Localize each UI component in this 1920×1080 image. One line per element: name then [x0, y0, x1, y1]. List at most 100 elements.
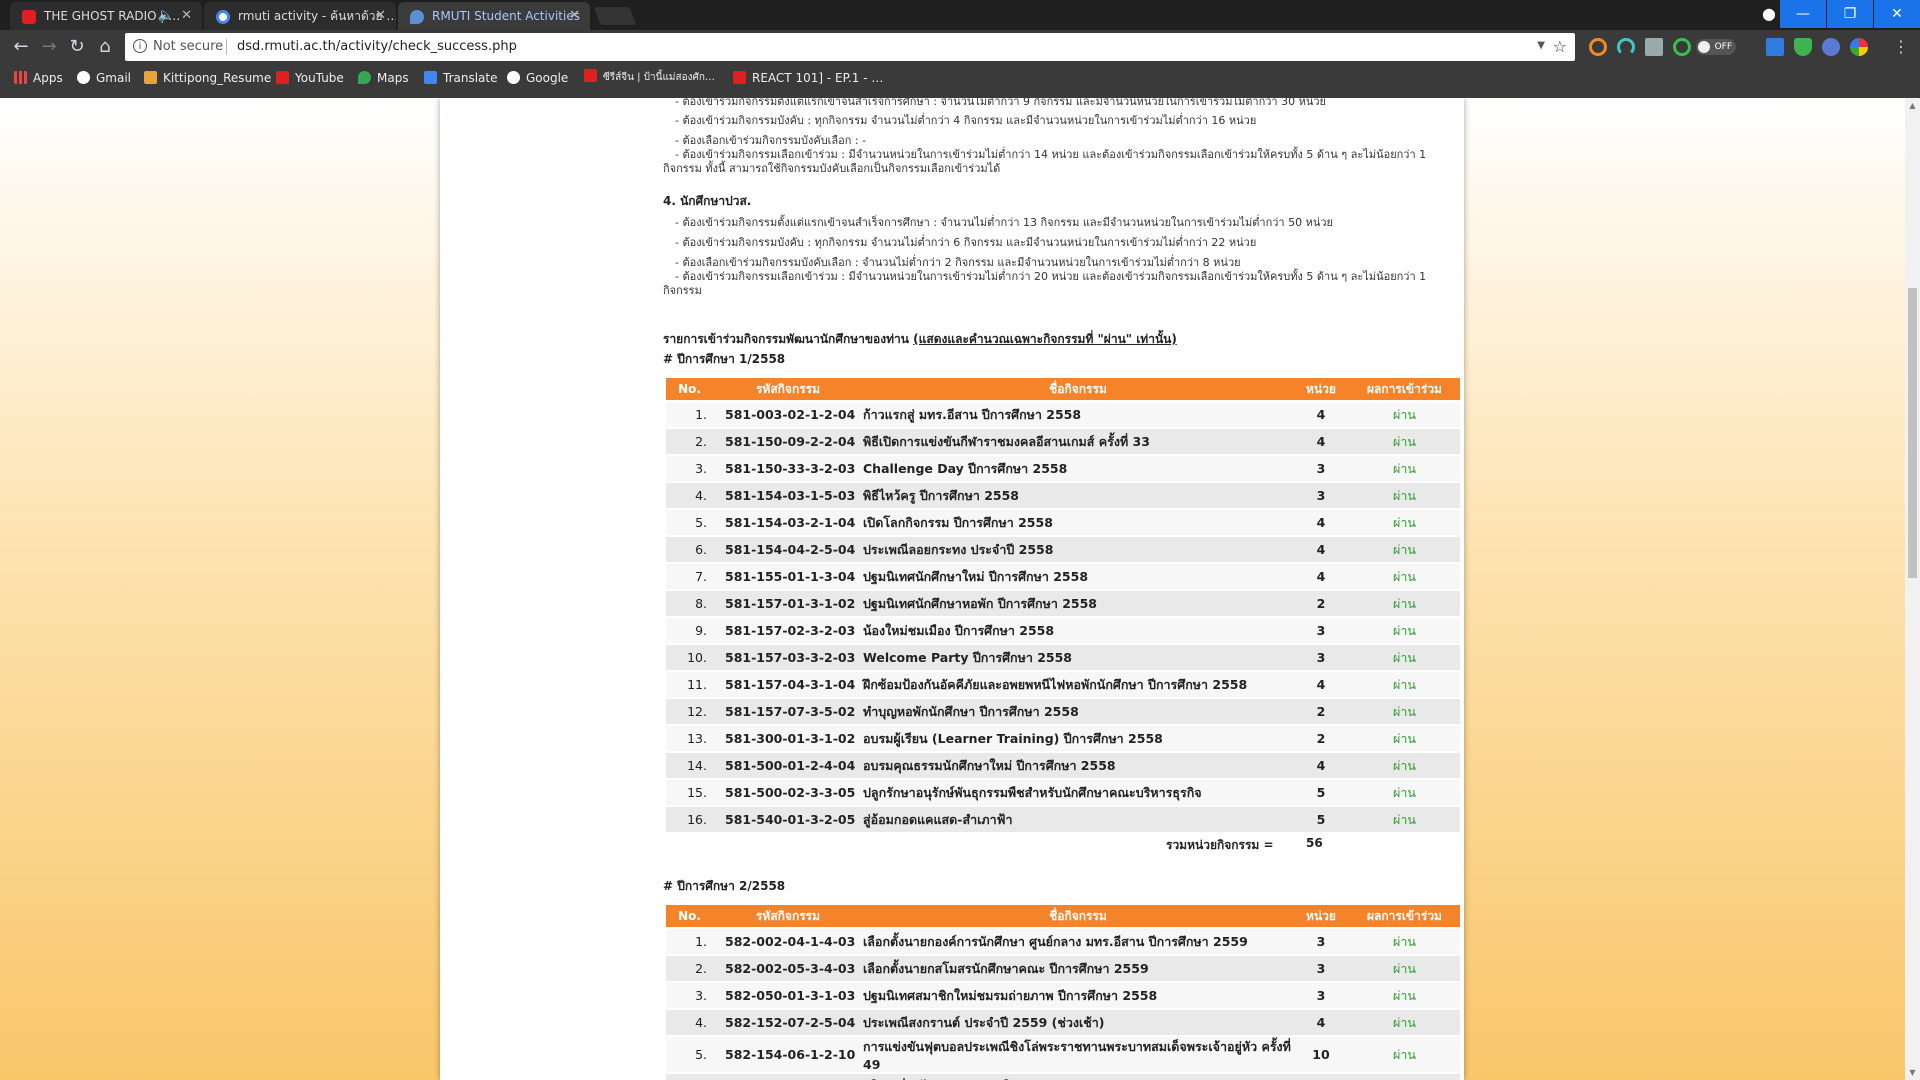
- cell-name: ปีใหม่เชื่อมไมตรี พักพิสิกพีใหม่ ปีการศึ…: [863, 1073, 1293, 1080]
- table-row: 16. 581-540-01-3-2-05 สู่อ้อมกอดแคแสด-สำเภ…: [666, 806, 1460, 834]
- cell-name: ปลูกรักษาอนุรักษ์พันธุกรรมพืชสำหรับนักศึ…: [863, 779, 1293, 807]
- headphones-icon[interactable]: [1617, 38, 1635, 56]
- tab-rmuti-activities[interactable]: RMUTI Student Activities ✕: [398, 2, 590, 30]
- cell-result: ผ่าน: [1349, 1009, 1460, 1037]
- cell-code: 582-050-01-3-1-03: [713, 982, 863, 1010]
- back-icon[interactable]: ←: [10, 36, 32, 58]
- extension-blue-icon[interactable]: [1766, 38, 1784, 56]
- bookmark-translate[interactable]: Translate: [424, 64, 498, 92]
- cell-result: ผ่าน: [1349, 928, 1460, 956]
- cell-name: ปฐมนิเทศนักศึกษาใหม่ ปีการศึกษา 2558: [863, 563, 1293, 591]
- cell-name: ปฐมนิเทศนักศึกษาหอพัก ปีการศึกษา 2558: [863, 590, 1293, 618]
- cell-no: 15.: [666, 779, 713, 807]
- col-result: ผลการเข้าร่วม: [1349, 378, 1460, 402]
- bookmark-label: Translate: [443, 71, 498, 85]
- mute-icon[interactable]: 🔈: [158, 2, 174, 30]
- total-units-value: 56: [1306, 836, 1323, 850]
- cell-code: 581-157-02-3-2-03: [713, 617, 863, 645]
- table-body: 1. 582-002-04-1-4-03 เลือกตั้งนายกองค์การน…: [666, 928, 1460, 1080]
- cell-code: 582-157-05-3-2-03: [713, 1073, 863, 1080]
- scroll-down-icon[interactable]: ▼: [1905, 1065, 1920, 1080]
- google-icon: [77, 71, 90, 84]
- download-icon[interactable]: [1645, 38, 1663, 56]
- table-row: 11. 581-157-04-3-1-04 ฝึกซ้อมป้องกันอัคคีภ…: [666, 671, 1460, 699]
- table-row: 15. 581-500-02-3-3-05 ปลูกรักษาอนุรักษ์พัน…: [666, 779, 1460, 807]
- table-row: 7. 581-155-01-1-3-04 ปฐมนิเทศนักศึกษาใหม่ …: [666, 563, 1460, 591]
- tab-ghost-radio[interactable]: THE GHOST RADIO | … 🔈 ✕: [10, 2, 202, 30]
- scrollbar-thumb[interactable]: [1908, 288, 1917, 578]
- cell-unit: 4: [1293, 1073, 1349, 1080]
- cell-name: น้องใหม่ชมเมือง ปีการศึกษา 2558: [863, 617, 1293, 645]
- home-icon[interactable]: ⌂: [94, 36, 116, 58]
- cell-code: 581-157-04-3-1-04: [713, 671, 863, 699]
- bookmark-google[interactable]: Google: [507, 64, 568, 92]
- minimize-button[interactable]: —: [1780, 0, 1826, 28]
- bookmark-chinese-series[interactable]: ซีรีส์จีน | ป้านี้แม่สองศัก…: [584, 64, 715, 92]
- droplet-icon: [410, 10, 424, 24]
- cell-unit: 3: [1293, 982, 1349, 1010]
- url-text[interactable]: dsd.rmuti.ac.th/activity/check_success.p…: [237, 33, 517, 61]
- bookmark-youtube[interactable]: YouTube: [276, 64, 344, 92]
- cell-unit: 4: [1293, 509, 1349, 537]
- scroll-up-icon[interactable]: ▲: [1905, 98, 1920, 113]
- cell-code: 582-154-06-1-2-10: [713, 1036, 863, 1074]
- chevron-down-icon[interactable]: ▼: [1537, 33, 1545, 59]
- table-header-row: No. รหัสกิจกรรม ชื่อกิจกรรม หน่วย ผลการเ…: [666, 378, 1460, 402]
- rule-line: - ต้องเข้าร่วมกิจกรรมเลือกเข้าร่วม : มีจ…: [663, 148, 1427, 175]
- bookmark-apps[interactable]: Apps: [14, 64, 63, 92]
- table-row: 4. 582-152-07-2-5-04 ประเพณีสงกรานต์ ประจำ…: [666, 1009, 1460, 1037]
- resume-icon: [144, 71, 157, 84]
- rule-line: - ต้องเข้าร่วมกิจกรรมบังคับ : ทุกกิจกรรม…: [675, 114, 1257, 127]
- cell-name: Welcome Party ปีการศึกษา 2558: [863, 644, 1293, 672]
- table-row: 5. 581-154-03-2-1-04 เปิดโลกกิจกรรม ปีการศ…: [666, 509, 1460, 537]
- cell-code: 581-154-03-1-5-03: [713, 482, 863, 510]
- summary-note: (แสดงและคำนวณเฉพาะกิจกรรมที่ "ผ่าน" เท่า…: [913, 332, 1177, 346]
- cell-result: ผ่าน: [1349, 698, 1460, 726]
- table-row: 1. 582-002-04-1-4-03 เลือกตั้งนายกองค์การน…: [666, 928, 1460, 956]
- restore-button[interactable]: ❐: [1827, 0, 1873, 28]
- cell-unit: 3: [1293, 455, 1349, 483]
- cell-result: ผ่าน: [1349, 536, 1460, 564]
- cell-result: ผ่าน: [1349, 563, 1460, 591]
- bookmark-resume[interactable]: Kittipong_Resume: [144, 64, 271, 92]
- cell-result: ผ่าน: [1349, 455, 1460, 483]
- close-tab-icon[interactable]: ✕: [181, 2, 192, 30]
- col-unit: หน่วย: [1293, 378, 1349, 402]
- cell-no: 7.: [666, 563, 713, 591]
- extension-colorful-icon[interactable]: [1850, 38, 1868, 56]
- cell-name: เปิดโลกกิจกรรม ปีการศึกษา 2558: [863, 509, 1293, 537]
- address-bar[interactable]: i Not secure dsd.rmuti.ac.th/activity/ch…: [125, 33, 1575, 61]
- cell-name: เลือกตั้งนายกสโมสรนักศึกษาคณะ ปีการศึกษา…: [863, 955, 1293, 983]
- cell-code: 581-157-07-3-5-02: [713, 698, 863, 726]
- table-row: 2. 581-150-09-2-2-04 พิธีเปิดการแข่งขันกีฬ…: [666, 428, 1460, 456]
- tab-rmuti-search[interactable]: rmuti activity - ค้นหาด้วย … ✕: [204, 2, 396, 30]
- table-row: 12. 581-157-07-3-5-02 ทำบุญหอพักนักศึกษา ป…: [666, 698, 1460, 726]
- power-icon[interactable]: [1673, 38, 1691, 56]
- reload-icon[interactable]: ↻: [66, 36, 88, 58]
- info-icon[interactable]: i: [133, 39, 147, 53]
- cell-no: 6.: [666, 536, 713, 564]
- cell-unit: 4: [1293, 1009, 1349, 1037]
- close-tab-icon[interactable]: ✕: [375, 2, 386, 30]
- extension-orange-icon[interactable]: [1589, 38, 1607, 56]
- browser-toolbar: ← → ↻ ⌂ i Not secure dsd.rmuti.ac.th/act…: [0, 30, 1920, 64]
- forward-icon[interactable]: →: [38, 36, 60, 58]
- close-tab-icon[interactable]: ✕: [569, 2, 580, 30]
- bookmark-react101[interactable]: REACT 101] - EP.1 - …: [733, 64, 883, 92]
- close-window-button[interactable]: ✕: [1874, 0, 1920, 28]
- cell-code: 581-154-03-2-1-04: [713, 509, 863, 537]
- bookmark-maps[interactable]: Maps: [358, 64, 409, 92]
- shield-icon[interactable]: [1794, 38, 1812, 56]
- cell-name: สู่อ้อมกอดแคแสด-สำเภาฟ้า: [863, 806, 1293, 834]
- cell-name: Challenge Day ปีการศึกษา 2558: [863, 455, 1293, 483]
- bookmark-gmail[interactable]: Gmail: [77, 64, 131, 92]
- col-name: ชื่อกิจกรรม: [863, 905, 1293, 929]
- extension-globe-icon[interactable]: [1822, 38, 1840, 56]
- col-no: No.: [666, 905, 713, 929]
- vertical-scrollbar[interactable]: ▲ ▼: [1905, 98, 1920, 1080]
- menu-kebab-icon[interactable]: ⋮: [1890, 36, 1912, 58]
- tab-title: rmuti activity - ค้นหาด้วย …: [238, 9, 396, 23]
- new-tab-button[interactable]: [593, 7, 637, 25]
- bookmark-star-icon[interactable]: ☆: [1553, 33, 1567, 61]
- extension-toggle[interactable]: OFF: [1696, 39, 1736, 55]
